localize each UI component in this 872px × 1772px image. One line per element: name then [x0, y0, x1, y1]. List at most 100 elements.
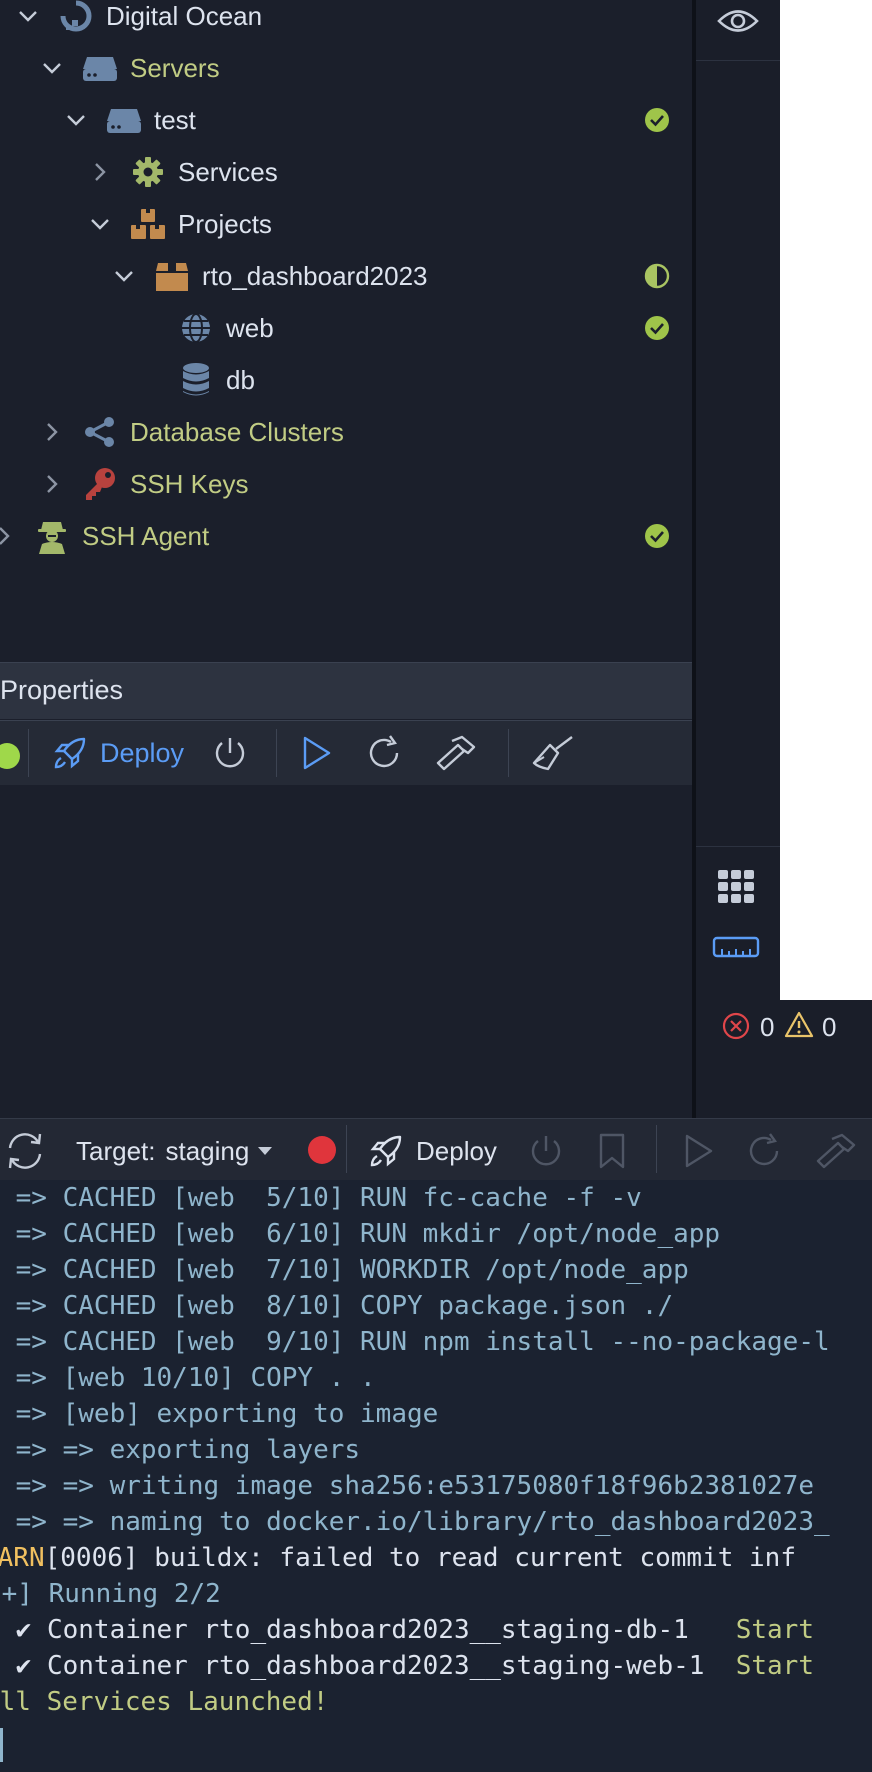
deploy-label: Deploy [416, 1135, 497, 1166]
tree-item-rto-dashboard[interactable]: rto_dashboard2023 [110, 250, 686, 302]
terminal-warn-line: WARN[0006] buildx: failed to read curren… [0, 1540, 796, 1576]
properties-header[interactable]: Properties [0, 662, 692, 719]
tree-item-label: web [226, 312, 274, 343]
terminal-line: => CACHED [web 7/10] WORKDIR /opt/node_a… [0, 1255, 689, 1285]
tree-item-test[interactable]: test [62, 94, 686, 146]
eye-icon [717, 10, 759, 32]
build-button[interactable] [434, 731, 482, 775]
chevron-down-icon[interactable] [38, 54, 66, 82]
tree-item-servers[interactable]: Servers [38, 42, 686, 94]
divider [696, 846, 780, 847]
terminal-final-line: All Services Launched! [0, 1687, 329, 1717]
deploy-button[interactable]: Deploy [366, 1129, 497, 1173]
tree-item-label: Services [178, 156, 278, 187]
play-icon [303, 736, 331, 770]
terminal-line: => CACHED [web 6/10] RUN mkdir /opt/node… [0, 1219, 721, 1249]
grid-button[interactable] [716, 868, 760, 908]
tree-item-label: Digital Ocean [106, 0, 263, 31]
ruler-icon [712, 936, 760, 958]
terminal-line: => => naming to docker.io/library/rto_da… [0, 1507, 830, 1537]
boxes-icon [128, 204, 168, 244]
chevron-down-icon[interactable] [110, 262, 138, 290]
terminal-toolbar: Target: staging Deploy [0, 1118, 872, 1181]
chevron-right-icon[interactable] [38, 470, 66, 498]
restart-button[interactable] [364, 731, 404, 775]
caret-down-icon [258, 1147, 273, 1155]
terminal-line: => => exporting layers [0, 1435, 361, 1465]
warn-text: [0006] buildx: failed to read current co… [44, 1543, 796, 1573]
sync-icon [8, 1133, 42, 1169]
warning-icon [784, 1011, 814, 1038]
tree-item-web[interactable]: web [176, 302, 686, 354]
power-button[interactable] [526, 1129, 566, 1173]
target-selector[interactable]: Target: staging [76, 1129, 273, 1173]
rocket-icon [370, 1135, 402, 1167]
tree-item-db[interactable]: db [176, 354, 686, 406]
target-label: Target: [76, 1135, 156, 1166]
eye-button[interactable] [696, 0, 780, 61]
half-circle-icon [644, 263, 670, 289]
terminal-line: => [web 10/10] COPY . . [0, 1363, 376, 1393]
build-button[interactable] [814, 1129, 862, 1173]
error-count: 0 [760, 1012, 775, 1042]
bookmark-icon [599, 1133, 625, 1169]
start-button[interactable] [678, 1129, 718, 1173]
properties-toolbar: Deploy [0, 720, 692, 786]
terminal-line: => CACHED [web 5/10] RUN fc-cache -f -v [0, 1183, 642, 1213]
key-icon [80, 464, 120, 504]
error-icon [722, 1012, 750, 1040]
tree-item-label: Servers [130, 52, 220, 83]
tree-item-ssh-keys[interactable]: SSH Keys [38, 458, 686, 510]
check-circle-icon [645, 524, 669, 548]
problems-status[interactable]: 0 0 [696, 1000, 872, 1118]
status-dot [0, 743, 20, 769]
server-icon [80, 48, 120, 88]
chevron-right-icon[interactable] [86, 158, 114, 186]
power-button[interactable] [210, 731, 250, 775]
play-icon [685, 1134, 713, 1168]
terminal-container-line: ✔ Container rto_dashboard2023__staging-d… [0, 1612, 814, 1648]
sync-button[interactable] [4, 1129, 46, 1173]
chevron-down-icon[interactable] [86, 210, 114, 238]
check-circle-icon [645, 316, 669, 340]
chevron-right-icon[interactable] [0, 522, 18, 550]
tree-item-label: SSH Agent [82, 520, 210, 551]
terminal-output[interactable]: => CACHED [web 5/10] RUN fc-cache -f -v … [0, 1180, 872, 1772]
ruler-button[interactable] [712, 934, 762, 964]
clean-button[interactable] [528, 731, 576, 775]
tree-item-projects[interactable]: Projects [86, 198, 686, 250]
deploy-button[interactable]: Deploy [50, 731, 184, 775]
restart-button[interactable] [744, 1129, 784, 1173]
tree-item-label: rto_dashboard2023 [202, 260, 428, 291]
record-indicator [308, 1136, 336, 1164]
bookmark-button[interactable] [596, 1129, 628, 1173]
digital-ocean-icon [56, 0, 96, 36]
share-icon [80, 412, 120, 452]
check-circle-icon [645, 108, 669, 132]
power-icon [215, 738, 245, 768]
right-sidebar [696, 0, 780, 1118]
broom-icon [532, 736, 573, 771]
tree-item-digital-ocean[interactable]: Digital Ocean [14, 0, 686, 42]
tree-item-label: Database Clusters [130, 416, 344, 447]
tree-item-services[interactable]: Services [86, 146, 686, 198]
terminal-line: => CACHED [web 9/10] RUN npm install --n… [0, 1327, 830, 1357]
tree-item-ssh-agent[interactable]: SSH Agent [0, 510, 686, 562]
start-button[interactable] [296, 731, 336, 775]
hammer-icon [816, 1133, 856, 1169]
chevron-down-icon[interactable] [14, 2, 42, 30]
tree-item-label: db [226, 364, 255, 395]
chevron-down-icon[interactable] [62, 106, 90, 134]
tree-item-label: Projects [178, 208, 272, 239]
terminal-line: => CACHED [web 8/10] COPY package.json .… [0, 1291, 674, 1321]
terminal-line: => => writing image sha256:e53175080f18f… [0, 1471, 814, 1501]
terminal-line: => [web] exporting to image [0, 1399, 439, 1429]
tree-item-database-clusters[interactable]: Database Clusters [38, 406, 686, 458]
server-icon [104, 100, 144, 140]
terminal-container-line: ✔ Container rto_dashboard2023__staging-w… [0, 1648, 814, 1684]
container-state: Start [735, 1651, 814, 1681]
grid-icon [718, 870, 754, 903]
warn-prefix: WARN [0, 1543, 45, 1573]
container-name: ✔ Container rto_dashboard2023__staging-w… [0, 1651, 736, 1681]
chevron-right-icon[interactable] [38, 418, 66, 446]
